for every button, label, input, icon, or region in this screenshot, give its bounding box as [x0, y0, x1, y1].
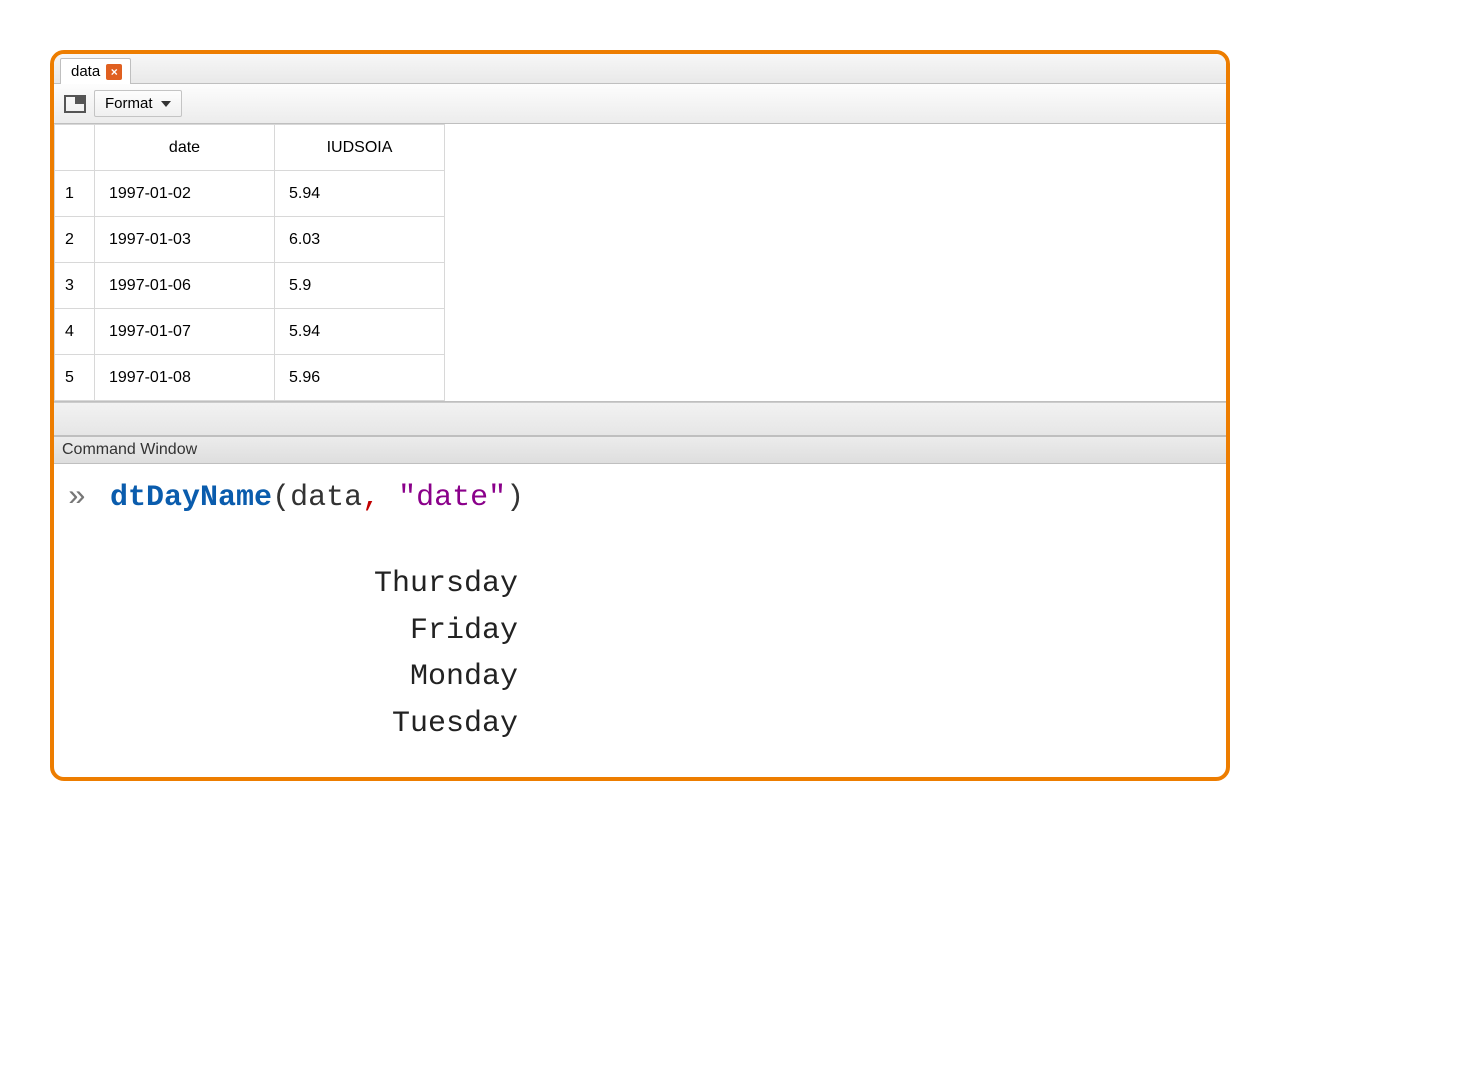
- output-line: Friday: [278, 608, 518, 655]
- prompt-icon: »: [68, 481, 86, 515]
- cell-date[interactable]: 1997-01-07: [95, 309, 275, 355]
- command-window-body[interactable]: » dtDayName(data, "date") Thursday Frida…: [54, 464, 1226, 777]
- row-number: 1: [55, 171, 95, 217]
- app-frame: data × Format date IUDSOIA 1 1997-01-: [50, 50, 1230, 781]
- data-table[interactable]: date IUDSOIA 1 1997-01-02 5.94 2 1997-01…: [54, 124, 445, 401]
- output-line: Thursday: [278, 561, 518, 608]
- row-number: 4: [55, 309, 95, 355]
- output-line: Tuesday: [278, 701, 518, 748]
- cell-value[interactable]: 5.96: [275, 355, 445, 401]
- command-arg2: "date": [398, 481, 506, 515]
- corner-cell: [55, 125, 95, 171]
- command-output: Thursday Friday Monday Tuesday: [68, 561, 1212, 747]
- cell-value[interactable]: 5.94: [275, 171, 445, 217]
- table-row[interactable]: 3 1997-01-06 5.9: [55, 263, 445, 309]
- cell-date[interactable]: 1997-01-06: [95, 263, 275, 309]
- pane-divider[interactable]: [54, 402, 1226, 436]
- table-header-row: date IUDSOIA: [55, 125, 445, 171]
- col-header-value[interactable]: IUDSOIA: [275, 125, 445, 171]
- data-table-wrap: date IUDSOIA 1 1997-01-02 5.94 2 1997-01…: [54, 124, 1226, 402]
- table-row[interactable]: 4 1997-01-07 5.94: [55, 309, 445, 355]
- cell-date[interactable]: 1997-01-03: [95, 217, 275, 263]
- open-paren: (: [272, 481, 290, 515]
- cell-value[interactable]: 5.9: [275, 263, 445, 309]
- output-line: Monday: [278, 654, 518, 701]
- chevron-down-icon: [161, 101, 171, 107]
- command-function: dtDayName: [110, 481, 272, 515]
- row-number: 3: [55, 263, 95, 309]
- close-icon[interactable]: ×: [106, 64, 122, 80]
- format-dropdown[interactable]: Format: [94, 90, 182, 117]
- comma: ,: [362, 481, 380, 515]
- row-number: 2: [55, 217, 95, 263]
- command-arg1: data: [290, 481, 362, 515]
- close-paren: ): [506, 481, 524, 515]
- dock-icon[interactable]: [64, 95, 86, 113]
- tab-data[interactable]: data ×: [60, 58, 131, 84]
- command-line[interactable]: » dtDayName(data, "date"): [68, 476, 1212, 521]
- tab-bar: data ×: [54, 54, 1226, 84]
- tab-label: data: [71, 63, 100, 80]
- cell-date[interactable]: 1997-01-02: [95, 171, 275, 217]
- col-header-date[interactable]: date: [95, 125, 275, 171]
- table-row[interactable]: 2 1997-01-03 6.03: [55, 217, 445, 263]
- table-row[interactable]: 5 1997-01-08 5.96: [55, 355, 445, 401]
- cell-date[interactable]: 1997-01-08: [95, 355, 275, 401]
- toolbar: Format: [54, 84, 1226, 124]
- command-window-title: Command Window: [54, 436, 1226, 464]
- format-label: Format: [105, 95, 153, 112]
- cell-value[interactable]: 6.03: [275, 217, 445, 263]
- cell-value[interactable]: 5.94: [275, 309, 445, 355]
- table-row[interactable]: 1 1997-01-02 5.94: [55, 171, 445, 217]
- row-number: 5: [55, 355, 95, 401]
- space: [380, 481, 398, 515]
